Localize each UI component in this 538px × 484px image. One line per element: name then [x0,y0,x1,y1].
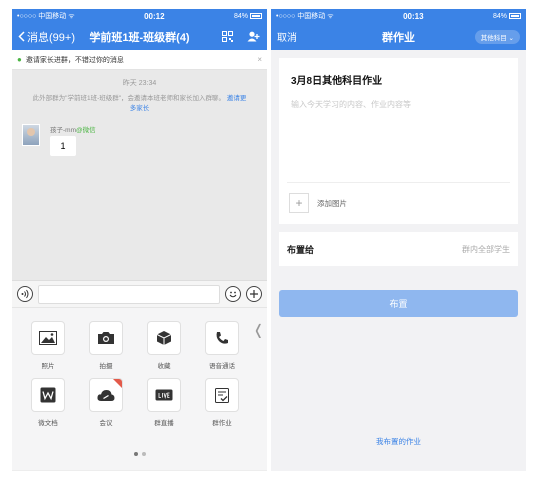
emoji-icon[interactable] [225,286,241,302]
group-homework-screen: •○○○○ 中国移动 ᯤ 00:13 84% 取消 群作业 其他科目 ⌄ 3月8… [271,9,526,471]
battery-icon [508,13,521,19]
group-homework-label: 群作业 [212,420,232,427]
plus-icon[interactable] [246,286,262,302]
banner-text: 邀请家长进群，不错过你的消息 [25,56,124,64]
assign-to-value: 群内全部学生 [462,244,510,254]
voice-call-button[interactable]: 语音通话 [198,321,246,370]
homework-editor: 3月8日其他科目作业 输入今天学习的内容、作业内容等 + 添加图片 [279,58,518,224]
sender-nickname: 孩子-mm [50,127,76,134]
voice-call-label: 语音通话 [209,363,235,370]
input-bar [12,280,267,308]
more-functions-panel: 照片 拍摄 收藏 语音通话 微文档 会议 群直播 群作业 [12,308,267,470]
homework-navbar: 取消 群作业 其他科目 ⌄ [271,23,526,50]
page-dot-2[interactable] [141,452,146,456]
add-image-button[interactable]: + 添加图片 [289,193,347,213]
back-label: 消息(99+) [27,31,75,44]
message-input[interactable] [38,284,220,304]
group-members-icon[interactable] [247,31,261,42]
homework-title-input[interactable]: 3月8日其他科目作业 [279,58,518,87]
assign-to-row[interactable]: 布置给 群内全部学生 [279,232,518,266]
invite-parents-banner[interactable]: ● 邀请家长进群，不错过你的消息 × [12,50,267,70]
my-homework-link[interactable]: 我布置的作业 [271,436,526,447]
page-dot-1[interactable] [133,452,138,456]
chat-area: 昨天 23:34 此外部群为"学前班1班-班级群"，会邀请本班老师和家长加入群聊… [12,70,267,280]
micro-document-label: 微文档 [38,420,58,427]
group-live-label: 群直播 [154,420,174,427]
status-right: 84% [493,13,521,20]
wechat-icon: ● [17,55,22,64]
clock: 00:13 [403,11,424,21]
back-button[interactable]: 消息(99+) [18,29,75,45]
chat-navbar: 消息(99+) 学前班1班-班级群(4) [12,23,267,50]
add-image-label: 添加图片 [317,198,347,208]
battery-percent: 84% [233,12,248,20]
meeting-cloud-icon [89,378,123,412]
status-bar: •○○○○ 中国移动 ᯤ 00:13 84% [271,9,526,23]
chat-message: 孩子-mm@微信 1 [22,124,267,156]
group-live-button[interactable]: 群直播 [140,378,188,427]
cancel-button[interactable]: 取消 [277,29,297,44]
system-message: 此外部群为"学前班1班-班级群"，会邀请本班老师和家长加入群聊。 邀请更多家长 [30,94,249,114]
photo-button[interactable]: 照片 [24,321,72,370]
battery-percent: 84% [492,12,507,20]
sender-name: 孩子-mm@微信 [50,124,96,134]
camera-icon [89,321,123,355]
chevron-left-icon [18,31,25,42]
wechat-tag: @微信 [76,127,96,134]
system-message-text: 此外部群为"学前班1班-班级群"，会邀请本班老师和家长加入群聊。 [32,95,226,102]
carrier-label: •○○○○ 中国移动 ᯤ [276,13,334,20]
message-bubble[interactable]: 1 [50,136,76,156]
photo-icon [31,321,65,355]
phone-icon [205,321,239,355]
class-group-chat-screen: •○○○○ 中国移动 ᯤ 00:12 84% 消息(99+) 学前班1班-班级群… [12,9,267,471]
favorites-icon [147,321,181,355]
battery-icon [249,13,262,19]
homework-icon [205,378,239,412]
favorites-button[interactable]: 收藏 [140,321,188,370]
camera-button[interactable]: 拍摄 [82,321,130,370]
favorites-label: 收藏 [157,363,171,370]
close-icon[interactable]: × [257,55,262,64]
camera-label: 拍摄 [99,363,113,370]
group-homework-button[interactable]: 群作业 [198,378,246,427]
photo-label: 照片 [41,363,55,370]
clock: 00:12 [144,11,165,21]
publish-button[interactable]: 布置 [279,290,518,317]
micro-document-button[interactable]: 微文档 [24,378,72,427]
status-bar: •○○○○ 中国移动 ᯤ 00:12 84% [12,9,267,23]
page-indicator [12,452,267,456]
avatar[interactable] [22,124,40,146]
assign-to-label: 布置给 [287,244,315,255]
voice-icon[interactable] [17,286,33,302]
chevron-left-icon: ‹ [255,309,262,350]
plus-icon: + [289,193,309,213]
carrier-label: •○○○○ 中国移动 ᯤ [17,13,75,20]
homework-content-input[interactable]: 输入今天学习的内容、作业内容等 [279,87,518,110]
meeting-button[interactable]: 会议 [82,378,130,427]
divider [287,182,510,183]
message-timestamp: 昨天 23:34 [122,80,157,87]
document-icon [31,378,65,412]
live-icon [147,378,181,412]
new-badge [113,379,122,388]
status-right: 84% [234,13,262,20]
subject-selector[interactable]: 其他科目 ⌄ [474,29,520,44]
qr-code-icon[interactable] [222,31,233,42]
meeting-label: 会议 [99,420,113,427]
